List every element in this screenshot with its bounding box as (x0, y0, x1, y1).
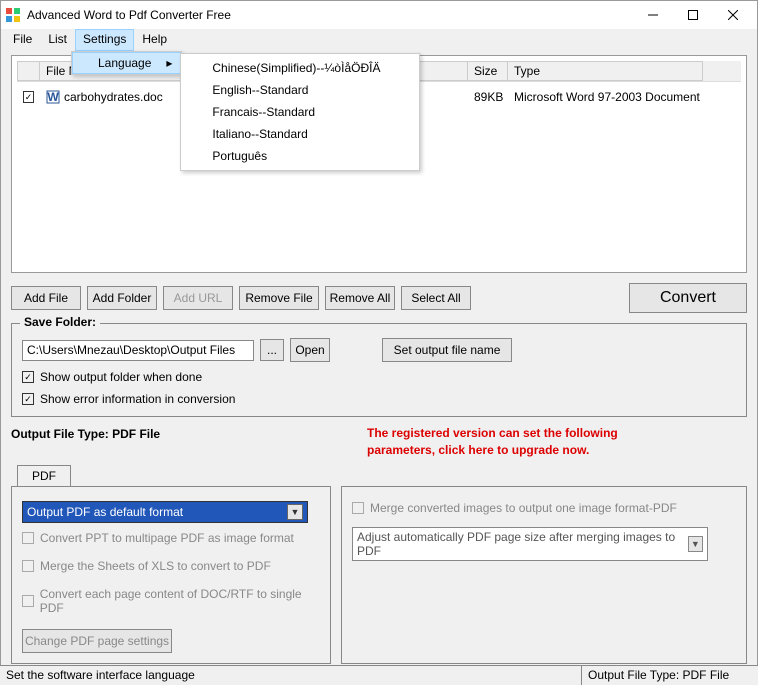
lang-chinese[interactable]: Chinese(Simplified)--¼òÌåÖÐÎÄ (184, 57, 416, 79)
doc-option-checkbox (22, 595, 34, 607)
show-output-label: Show output folder when done (40, 370, 202, 384)
lang-english[interactable]: English--Standard (184, 79, 416, 101)
show-error-checkbox[interactable] (22, 393, 34, 405)
convert-button[interactable]: Convert (629, 283, 747, 313)
xls-option-label: Merge the Sheets of XLS to convert to PD… (40, 559, 271, 573)
add-file-button[interactable]: Add File (11, 286, 81, 310)
show-output-checkbox[interactable] (22, 371, 34, 383)
add-folder-button[interactable]: Add Folder (87, 286, 157, 310)
status-right: Output File Type: PDF File (582, 666, 758, 685)
select-all-button[interactable]: Select All (401, 286, 471, 310)
close-button[interactable] (713, 1, 753, 29)
open-button[interactable]: Open (290, 338, 330, 362)
file-type: Microsoft Word 97-2003 Document (514, 90, 700, 104)
output-type-label: Output File Type: PDF File (11, 425, 160, 441)
title-bar: Advanced Word to Pdf Converter Free (1, 1, 757, 29)
file-checkbox[interactable] (23, 91, 34, 103)
pdf-tab[interactable]: PDF (17, 465, 71, 486)
save-folder-legend: Save Folder: (20, 315, 100, 329)
window-title: Advanced Word to Pdf Converter Free (27, 8, 633, 22)
chevron-down-icon: ▼ (688, 536, 703, 552)
menu-bar: File List Settings Help Language ▸ Chine… (1, 29, 757, 51)
change-pdf-settings-button: Change PDF page settings (22, 629, 172, 653)
remove-file-button[interactable]: Remove File (239, 286, 319, 310)
file-name: carbohydrates.doc (64, 90, 163, 104)
merge-mode-value: Adjust automatically PDF page size after… (357, 530, 688, 558)
ppt-option-label: Convert PPT to multipage PDF as image fo… (40, 531, 294, 545)
col-type[interactable]: Type (508, 61, 703, 81)
chevron-right-icon: ▸ (166, 56, 172, 70)
lang-francais[interactable]: Francais--Standard (184, 101, 416, 123)
status-bar: Set the software interface language Outp… (0, 665, 758, 685)
merge-mode-dropdown: Adjust automatically PDF page size after… (352, 527, 708, 561)
set-output-name-button[interactable]: Set output file name (382, 338, 512, 362)
ppt-option-checkbox (22, 532, 34, 544)
remove-all-button[interactable]: Remove All (325, 286, 395, 310)
xls-option-checkbox (22, 560, 34, 572)
lang-italiano[interactable]: Italiano--Standard (184, 123, 416, 145)
maximize-button[interactable] (673, 1, 713, 29)
file-size: 89KB (474, 90, 503, 104)
app-icon (5, 7, 21, 23)
status-left: Set the software interface language (0, 666, 582, 685)
merge-options-panel: Merge converted images to output one ima… (341, 486, 747, 664)
menu-settings[interactable]: Settings (75, 29, 134, 51)
menu-list[interactable]: List (40, 29, 75, 51)
menu-help[interactable]: Help (134, 29, 175, 51)
output-format-dropdown[interactable]: Output PDF as default format ▼ (22, 501, 308, 523)
svg-text:W: W (47, 90, 59, 104)
merge-images-label: Merge converted images to output one ima… (370, 501, 677, 515)
lang-portugues[interactable]: Português (184, 145, 416, 167)
minimize-button[interactable] (633, 1, 673, 29)
col-checkbox[interactable] (17, 61, 40, 81)
menu-file[interactable]: File (5, 29, 40, 51)
pdf-options-panel: Output PDF as default format ▼ Convert P… (11, 486, 331, 664)
col-size[interactable]: Size (468, 61, 508, 81)
submenu-language-label: Language (98, 56, 151, 70)
save-folder-group: Save Folder: ... Open Set output file na… (11, 323, 747, 417)
word-doc-icon: W (46, 90, 60, 104)
chevron-down-icon: ▼ (287, 504, 303, 520)
settings-submenu: Language ▸ Chinese(Simplified)--¼òÌåÖÐÎÄ… (71, 51, 182, 75)
show-error-label: Show error information in conversion (40, 392, 235, 406)
save-folder-input[interactable] (22, 340, 254, 361)
output-format-value: Output PDF as default format (27, 505, 183, 519)
upgrade-text[interactable]: The registered version can set the follo… (367, 425, 747, 459)
merge-images-checkbox (352, 502, 364, 514)
add-url-button[interactable]: Add URL (163, 286, 233, 310)
browse-button[interactable]: ... (260, 339, 284, 361)
action-button-row: Add File Add Folder Add URL Remove File … (11, 283, 747, 313)
submenu-language[interactable]: Language ▸ Chinese(Simplified)--¼òÌåÖÐÎÄ… (72, 52, 181, 74)
language-flyout: Chinese(Simplified)--¼òÌåÖÐÎÄ English--S… (180, 53, 420, 171)
doc-option-label: Convert each page content of DOC/RTF to … (40, 587, 320, 615)
